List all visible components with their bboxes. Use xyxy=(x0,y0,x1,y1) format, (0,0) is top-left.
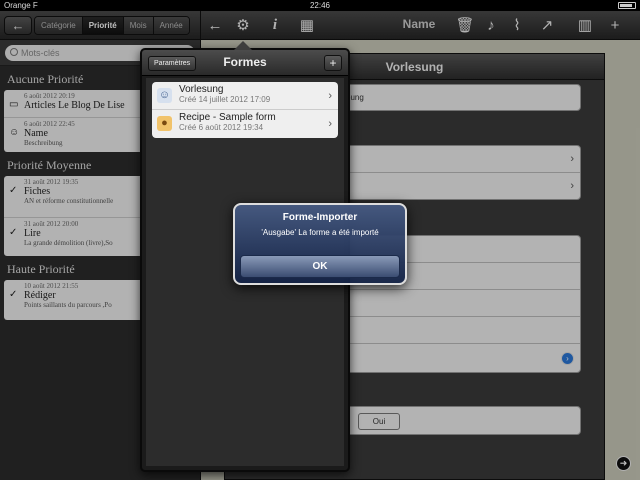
forms-list: ☺ Vorlesung Créé 14 juillet 2012 17:09 ›… xyxy=(152,82,338,138)
burger-icon: ● xyxy=(157,116,172,131)
form-item-date: Créé 14 juillet 2012 17:09 xyxy=(179,95,271,104)
popover-header: Paramètres Formes + xyxy=(142,50,348,76)
list-item[interactable]: ● Recipe - Sample form Créé 6 août 2012 … xyxy=(152,110,338,138)
person-icon: ☺ xyxy=(157,88,172,103)
form-item-title: Vorlesung xyxy=(179,84,224,95)
popover-title: Formes xyxy=(223,55,267,69)
chevron-right-icon: › xyxy=(328,90,332,102)
add-form-button[interactable]: + xyxy=(324,55,342,71)
chevron-right-icon: › xyxy=(328,118,332,130)
import-alert: Forme-Importer 'Ausgabe' La forme a été … xyxy=(233,203,407,285)
battery-icon xyxy=(618,2,636,9)
status-bar: Orange F 22:46 xyxy=(0,0,640,11)
clock: 22:46 xyxy=(309,1,331,10)
popover-arrow xyxy=(234,41,252,50)
form-item-title: Recipe - Sample form xyxy=(179,112,276,123)
alert-title: Forme-Importer xyxy=(282,212,358,223)
alert-message: 'Ausgabe' La forme a été importé xyxy=(261,228,379,237)
ok-button[interactable]: OK xyxy=(240,255,400,278)
form-item-date: Créé 6 août 2012 19:34 xyxy=(179,123,264,132)
list-item[interactable]: ☺ Vorlesung Créé 14 juillet 2012 17:09 › xyxy=(152,82,338,110)
